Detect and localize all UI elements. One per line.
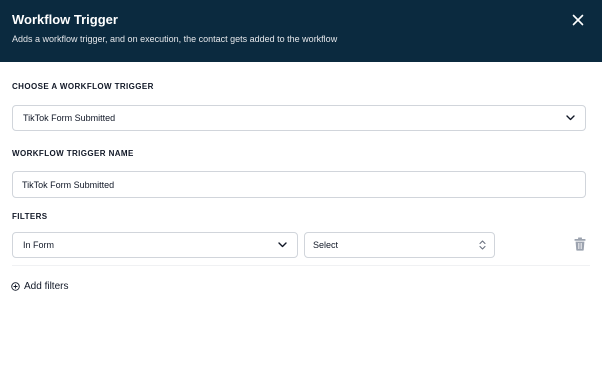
trigger-name-label: WORKFLOW TRIGGER NAME — [12, 149, 134, 158]
filter-option-select[interactable]: Select — [304, 232, 495, 258]
modal-header: Workflow Trigger Adds a workflow trigger… — [0, 0, 602, 62]
close-button[interactable] — [568, 10, 588, 30]
modal-title: Workflow Trigger — [12, 12, 118, 27]
add-filters-label: Add filters — [24, 280, 69, 292]
filters-label: FILTERS — [12, 212, 48, 221]
filter-row-divider — [12, 265, 590, 266]
chevron-down-icon — [278, 242, 287, 248]
trigger-select-label: CHOOSE A WORKFLOW TRIGGER — [12, 82, 154, 91]
filter-option-value: Select — [313, 240, 339, 250]
trash-icon — [574, 237, 586, 251]
chevron-down-icon — [566, 115, 575, 121]
trigger-name-value: TikTok Form Submitted — [22, 179, 115, 190]
modal-subtitle: Adds a workflow trigger, and on executio… — [12, 34, 338, 44]
add-filters-button[interactable]: Add filters — [11, 279, 68, 293]
trigger-name-input[interactable]: TikTok Form Submitted — [12, 171, 586, 198]
chevron-up-down-icon — [479, 240, 486, 251]
filter-field-value: In Form — [23, 240, 55, 250]
trigger-select-value: TikTok Form Submitted — [23, 113, 116, 123]
plus-circle-icon — [11, 281, 20, 291]
trigger-select[interactable]: TikTok Form Submitted — [12, 105, 586, 131]
close-icon — [572, 14, 584, 26]
delete-filter-button[interactable] — [574, 237, 586, 251]
filter-field-select[interactable]: In Form — [12, 232, 298, 258]
